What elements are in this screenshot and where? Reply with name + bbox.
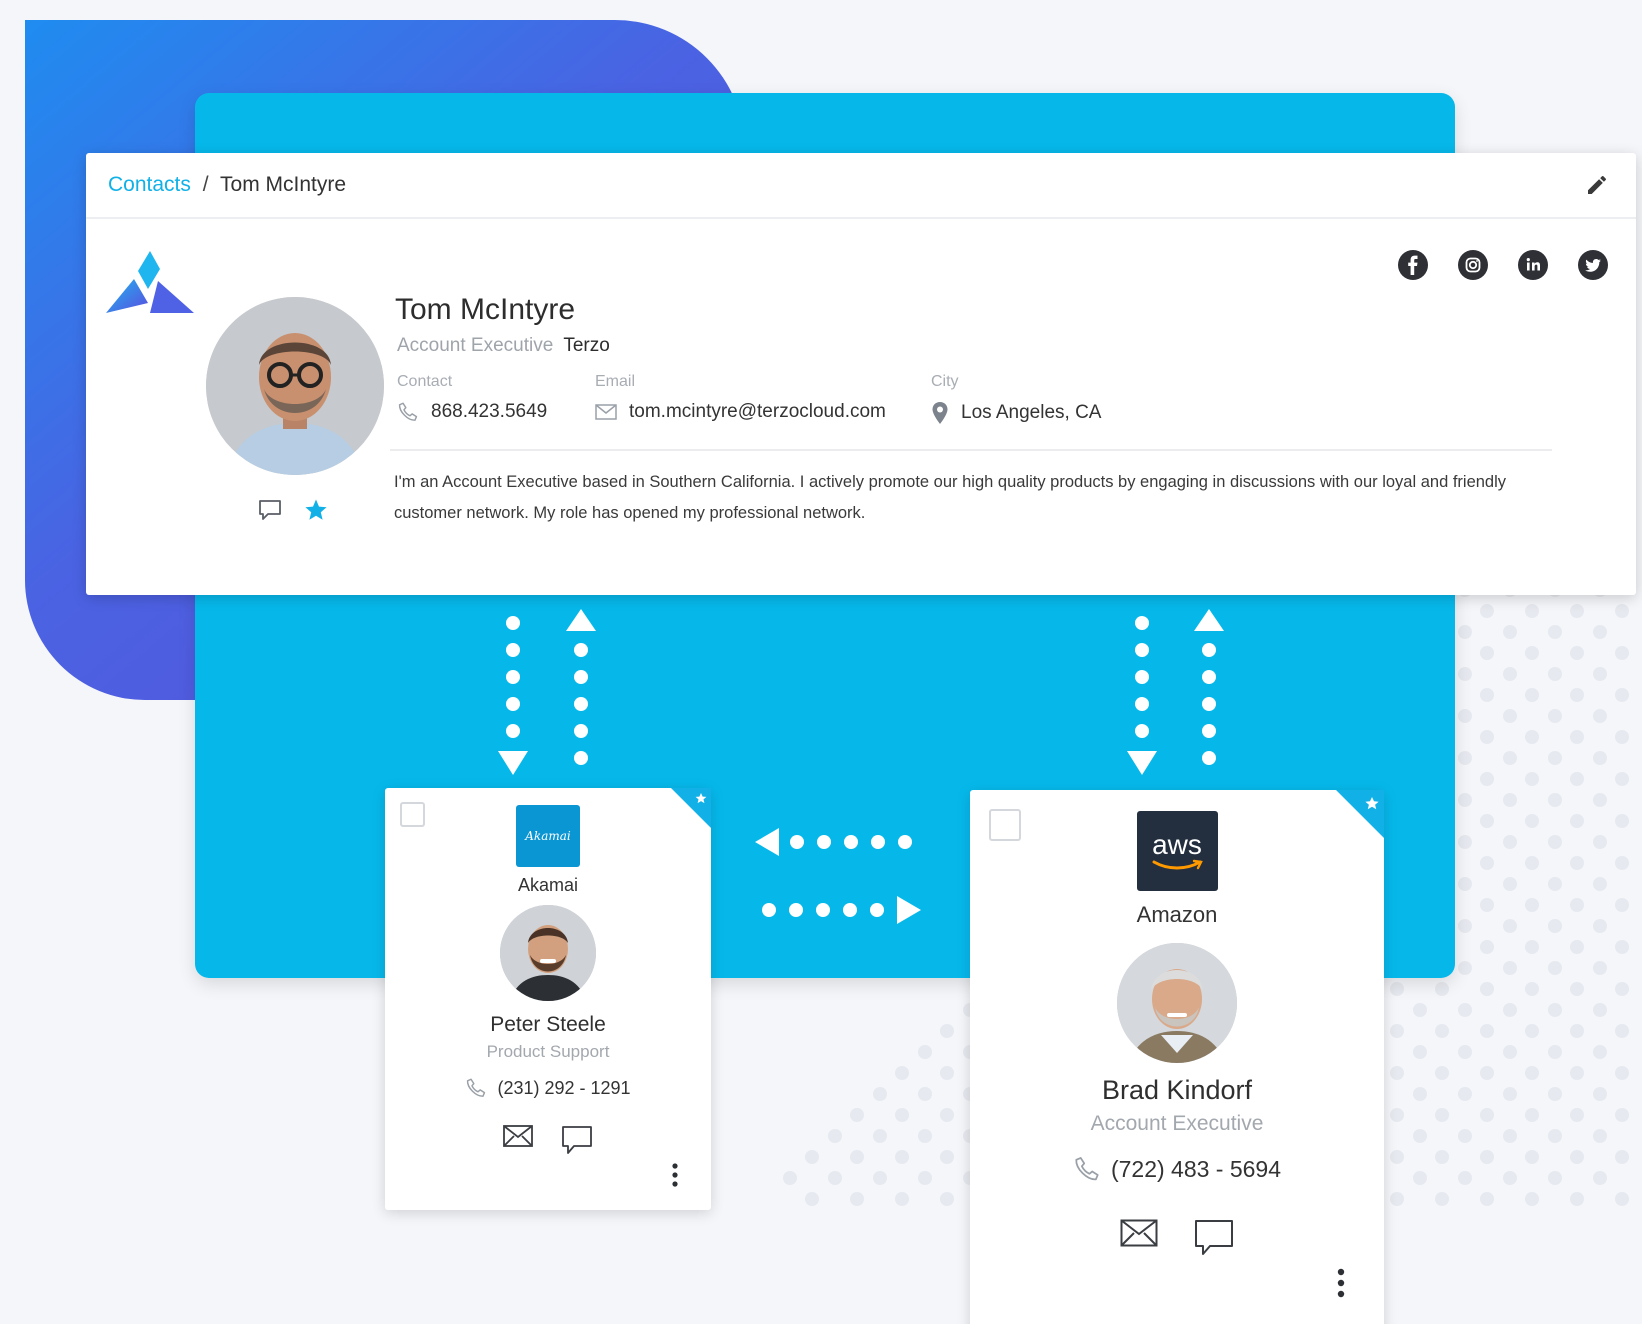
- contact-avatar: [500, 905, 596, 1001]
- select-checkbox[interactable]: [989, 809, 1021, 841]
- phone-icon: [1075, 1157, 1099, 1181]
- message-icon: [1195, 1220, 1233, 1255]
- select-checkbox[interactable]: [400, 802, 425, 827]
- email-button[interactable]: [1120, 1219, 1158, 1257]
- contact-role: Product Support: [486, 1042, 610, 1061]
- phone-number: (231) 292 - 1291: [497, 1077, 631, 1098]
- message-button[interactable]: [1194, 1219, 1234, 1257]
- contact-name: Peter Steele: [490, 1013, 606, 1036]
- card-actions: [970, 1219, 1384, 1257]
- contact-name: Brad Kindorf: [1101, 1075, 1253, 1105]
- contact-card-amazon[interactable]: aws Amazon Brad Kindorf Account Executiv…: [970, 790, 1384, 1324]
- envelope-icon: [503, 1125, 533, 1147]
- contact-role: Account Executive: [1090, 1112, 1264, 1135]
- contact-avatar: [1117, 943, 1237, 1063]
- akamai-logo: Akamai: [516, 805, 580, 867]
- contact-phone[interactable]: (722) 483 - 5694: [970, 1155, 1384, 1183]
- sync-arrows: [498, 609, 1224, 924]
- envelope-icon: [1120, 1219, 1158, 1247]
- aws-logo: aws: [1136, 811, 1218, 891]
- contact-card-akamai[interactable]: Akamai Akamai Peter Steele Product Suppo…: [385, 788, 711, 1210]
- phone-icon: [467, 1078, 486, 1097]
- aws-logo-text: aws: [1152, 829, 1202, 860]
- more-vertical-icon[interactable]: [1336, 1267, 1346, 1299]
- favorite-corner-tag[interactable]: [671, 788, 711, 828]
- card-actions: [385, 1125, 711, 1155]
- more-vertical-icon[interactable]: [671, 1162, 679, 1188]
- message-button[interactable]: [561, 1125, 593, 1155]
- phone-number: (722) 483 - 5694: [1110, 1155, 1282, 1182]
- favorite-corner-tag[interactable]: [1336, 790, 1384, 838]
- email-button[interactable]: [503, 1125, 533, 1155]
- company-name: Amazon: [1136, 902, 1218, 927]
- akamai-logo-text: Akamai: [525, 829, 571, 843]
- contact-phone[interactable]: (231) 292 - 1291: [385, 1077, 711, 1099]
- company-name: Akamai: [517, 875, 579, 895]
- message-icon: [562, 1126, 592, 1154]
